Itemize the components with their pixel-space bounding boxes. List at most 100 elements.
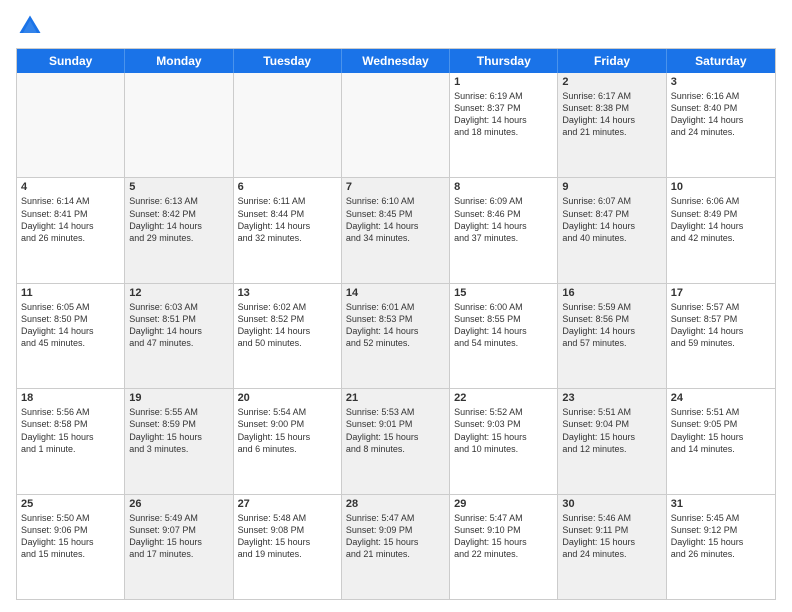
cal-cell-10: 10Sunrise: 6:06 AM Sunset: 8:49 PM Dayli… xyxy=(667,178,775,282)
day-number: 14 xyxy=(346,287,445,299)
cal-cell-16: 16 Sunrise: 5:59 AM Sunset: 8:56 PM Dayli… xyxy=(558,284,666,388)
day-info: Sunrise: 6:16 AM Sunset: 8:40 PM Dayligh… xyxy=(671,90,771,139)
cal-cell-20: 20 Sunrise: 5:54 AM Sunset: 9:00 PM Dayli… xyxy=(234,389,342,493)
day-info: Sunrise: 6:01 AM Sunset: 8:53 PM Dayligh… xyxy=(346,301,445,350)
day-number: 15 xyxy=(454,287,553,299)
cal-cell-14: 14 Sunrise: 6:01 AM Sunset: 8:53 PM Dayli… xyxy=(342,284,450,388)
cal-cell-29: 29 Sunrise: 5:47 AM Sunset: 9:10 PM Dayli… xyxy=(450,495,558,599)
day-number: 25 xyxy=(21,498,120,510)
day-number: 20 xyxy=(238,392,337,404)
calendar-header: SundayMondayTuesdayWednesdayThursdayFrid… xyxy=(17,49,775,73)
day-number: 24 xyxy=(671,392,771,404)
calendar: SundayMondayTuesdayWednesdayThursdayFrid… xyxy=(16,48,776,600)
week-row-5: 25 Sunrise: 5:50 AM Sunset: 9:06 PM Dayli… xyxy=(17,495,775,599)
logo-icon xyxy=(16,12,44,40)
cal-cell-28: 28Sunrise: 5:47 AM Sunset: 9:09 PM Dayli… xyxy=(342,495,450,599)
day-info: Sunrise: 5:48 AM Sunset: 9:08 PM Dayligh… xyxy=(238,512,337,561)
day-info: Sunrise: 5:49 AM Sunset: 9:07 PM Dayligh… xyxy=(129,512,228,561)
cal-cell-15: 15 Sunrise: 6:00 AM Sunset: 8:55 PM Dayli… xyxy=(450,284,558,388)
cal-cell-13: 13Sunrise: 6:02 AM Sunset: 8:52 PM Dayli… xyxy=(234,284,342,388)
header-day-friday: Friday xyxy=(558,49,666,73)
cal-cell-5: 5 Sunrise: 6:13 AM Sunset: 8:42 PM Daylig… xyxy=(125,178,233,282)
day-number: 5 xyxy=(129,181,228,193)
day-info: Sunrise: 5:51 AM Sunset: 9:05 PM Dayligh… xyxy=(671,406,771,455)
day-info: Sunrise: 6:17 AM Sunset: 8:38 PM Dayligh… xyxy=(562,90,661,139)
day-number: 17 xyxy=(671,287,771,299)
day-info: Sunrise: 5:47 AM Sunset: 9:10 PM Dayligh… xyxy=(454,512,553,561)
day-info: Sunrise: 5:59 AM Sunset: 8:56 PM Dayligh… xyxy=(562,301,661,350)
day-info: Sunrise: 6:05 AM Sunset: 8:50 PM Dayligh… xyxy=(21,301,120,350)
day-number: 22 xyxy=(454,392,553,404)
day-info: Sunrise: 5:56 AM Sunset: 8:58 PM Dayligh… xyxy=(21,406,120,455)
day-info: Sunrise: 5:46 AM Sunset: 9:11 PM Dayligh… xyxy=(562,512,661,561)
calendar-body: 1 Sunrise: 6:19 AM Sunset: 8:37 PM Daylig… xyxy=(17,73,775,599)
day-number: 31 xyxy=(671,498,771,510)
day-number: 8 xyxy=(454,181,553,193)
day-info: Sunrise: 6:06 AM Sunset: 8:49 PM Dayligh… xyxy=(671,195,771,244)
cal-cell-4: 4 Sunrise: 6:14 AM Sunset: 8:41 PM Daylig… xyxy=(17,178,125,282)
header-day-saturday: Saturday xyxy=(667,49,775,73)
cal-cell-11: 11 Sunrise: 6:05 AM Sunset: 8:50 PM Dayli… xyxy=(17,284,125,388)
day-info: Sunrise: 6:09 AM Sunset: 8:46 PM Dayligh… xyxy=(454,195,553,244)
cal-cell-empty xyxy=(125,73,233,177)
cal-cell-3: 3 Sunrise: 6:16 AM Sunset: 8:40 PM Daylig… xyxy=(667,73,775,177)
day-info: Sunrise: 5:57 AM Sunset: 8:57 PM Dayligh… xyxy=(671,301,771,350)
cal-cell-empty xyxy=(342,73,450,177)
header-day-monday: Monday xyxy=(125,49,233,73)
day-info: Sunrise: 6:00 AM Sunset: 8:55 PM Dayligh… xyxy=(454,301,553,350)
day-info: Sunrise: 6:13 AM Sunset: 8:42 PM Dayligh… xyxy=(129,195,228,244)
cal-cell-21: 21 Sunrise: 5:53 AM Sunset: 9:01 PM Dayli… xyxy=(342,389,450,493)
day-number: 30 xyxy=(562,498,661,510)
logo xyxy=(16,12,48,40)
day-number: 6 xyxy=(238,181,337,193)
day-info: Sunrise: 5:45 AM Sunset: 9:12 PM Dayligh… xyxy=(671,512,771,561)
day-info: Sunrise: 6:02 AM Sunset: 8:52 PM Dayligh… xyxy=(238,301,337,350)
day-info: Sunrise: 5:52 AM Sunset: 9:03 PM Dayligh… xyxy=(454,406,553,455)
cal-cell-6: 6 Sunrise: 6:11 AM Sunset: 8:44 PM Daylig… xyxy=(234,178,342,282)
day-number: 1 xyxy=(454,76,553,88)
day-number: 27 xyxy=(238,498,337,510)
cal-cell-empty xyxy=(17,73,125,177)
day-info: Sunrise: 5:54 AM Sunset: 9:00 PM Dayligh… xyxy=(238,406,337,455)
day-info: Sunrise: 5:51 AM Sunset: 9:04 PM Dayligh… xyxy=(562,406,661,455)
day-number: 21 xyxy=(346,392,445,404)
header xyxy=(16,12,776,40)
cal-cell-31: 31 Sunrise: 5:45 AM Sunset: 9:12 PM Dayli… xyxy=(667,495,775,599)
day-info: Sunrise: 5:55 AM Sunset: 8:59 PM Dayligh… xyxy=(129,406,228,455)
day-number: 7 xyxy=(346,181,445,193)
day-number: 16 xyxy=(562,287,661,299)
day-info: Sunrise: 6:07 AM Sunset: 8:47 PM Dayligh… xyxy=(562,195,661,244)
day-number: 29 xyxy=(454,498,553,510)
day-info: Sunrise: 6:14 AM Sunset: 8:41 PM Dayligh… xyxy=(21,195,120,244)
cal-cell-26: 26 Sunrise: 5:49 AM Sunset: 9:07 PM Dayli… xyxy=(125,495,233,599)
header-day-wednesday: Wednesday xyxy=(342,49,450,73)
day-info: Sunrise: 6:03 AM Sunset: 8:51 PM Dayligh… xyxy=(129,301,228,350)
cal-cell-8: 8 Sunrise: 6:09 AM Sunset: 8:46 PM Daylig… xyxy=(450,178,558,282)
day-number: 11 xyxy=(21,287,120,299)
cal-cell-30: 30 Sunrise: 5:46 AM Sunset: 9:11 PM Dayli… xyxy=(558,495,666,599)
week-row-2: 4 Sunrise: 6:14 AM Sunset: 8:41 PM Daylig… xyxy=(17,178,775,283)
day-number: 26 xyxy=(129,498,228,510)
cal-cell-9: 9Sunrise: 6:07 AM Sunset: 8:47 PM Daylig… xyxy=(558,178,666,282)
cal-cell-7: 7 Sunrise: 6:10 AM Sunset: 8:45 PM Daylig… xyxy=(342,178,450,282)
cal-cell-18: 18Sunrise: 5:56 AM Sunset: 8:58 PM Dayli… xyxy=(17,389,125,493)
cal-cell-1: 1 Sunrise: 6:19 AM Sunset: 8:37 PM Daylig… xyxy=(450,73,558,177)
day-number: 4 xyxy=(21,181,120,193)
day-info: Sunrise: 6:10 AM Sunset: 8:45 PM Dayligh… xyxy=(346,195,445,244)
header-day-sunday: Sunday xyxy=(17,49,125,73)
cal-cell-empty xyxy=(234,73,342,177)
cal-cell-24: 24 Sunrise: 5:51 AM Sunset: 9:05 PM Dayli… xyxy=(667,389,775,493)
cal-cell-25: 25 Sunrise: 5:50 AM Sunset: 9:06 PM Dayli… xyxy=(17,495,125,599)
cal-cell-2: 2 Sunrise: 6:17 AM Sunset: 8:38 PM Daylig… xyxy=(558,73,666,177)
cal-cell-27: 27 Sunrise: 5:48 AM Sunset: 9:08 PM Dayli… xyxy=(234,495,342,599)
week-row-3: 11 Sunrise: 6:05 AM Sunset: 8:50 PM Dayli… xyxy=(17,284,775,389)
day-number: 2 xyxy=(562,76,661,88)
day-number: 28 xyxy=(346,498,445,510)
day-info: Sunrise: 5:50 AM Sunset: 9:06 PM Dayligh… xyxy=(21,512,120,561)
cal-cell-12: 12Sunrise: 6:03 AM Sunset: 8:51 PM Dayli… xyxy=(125,284,233,388)
page: SundayMondayTuesdayWednesdayThursdayFrid… xyxy=(0,0,792,612)
day-info: Sunrise: 6:11 AM Sunset: 8:44 PM Dayligh… xyxy=(238,195,337,244)
day-info: Sunrise: 5:53 AM Sunset: 9:01 PM Dayligh… xyxy=(346,406,445,455)
day-info: Sunrise: 6:19 AM Sunset: 8:37 PM Dayligh… xyxy=(454,90,553,139)
day-number: 3 xyxy=(671,76,771,88)
